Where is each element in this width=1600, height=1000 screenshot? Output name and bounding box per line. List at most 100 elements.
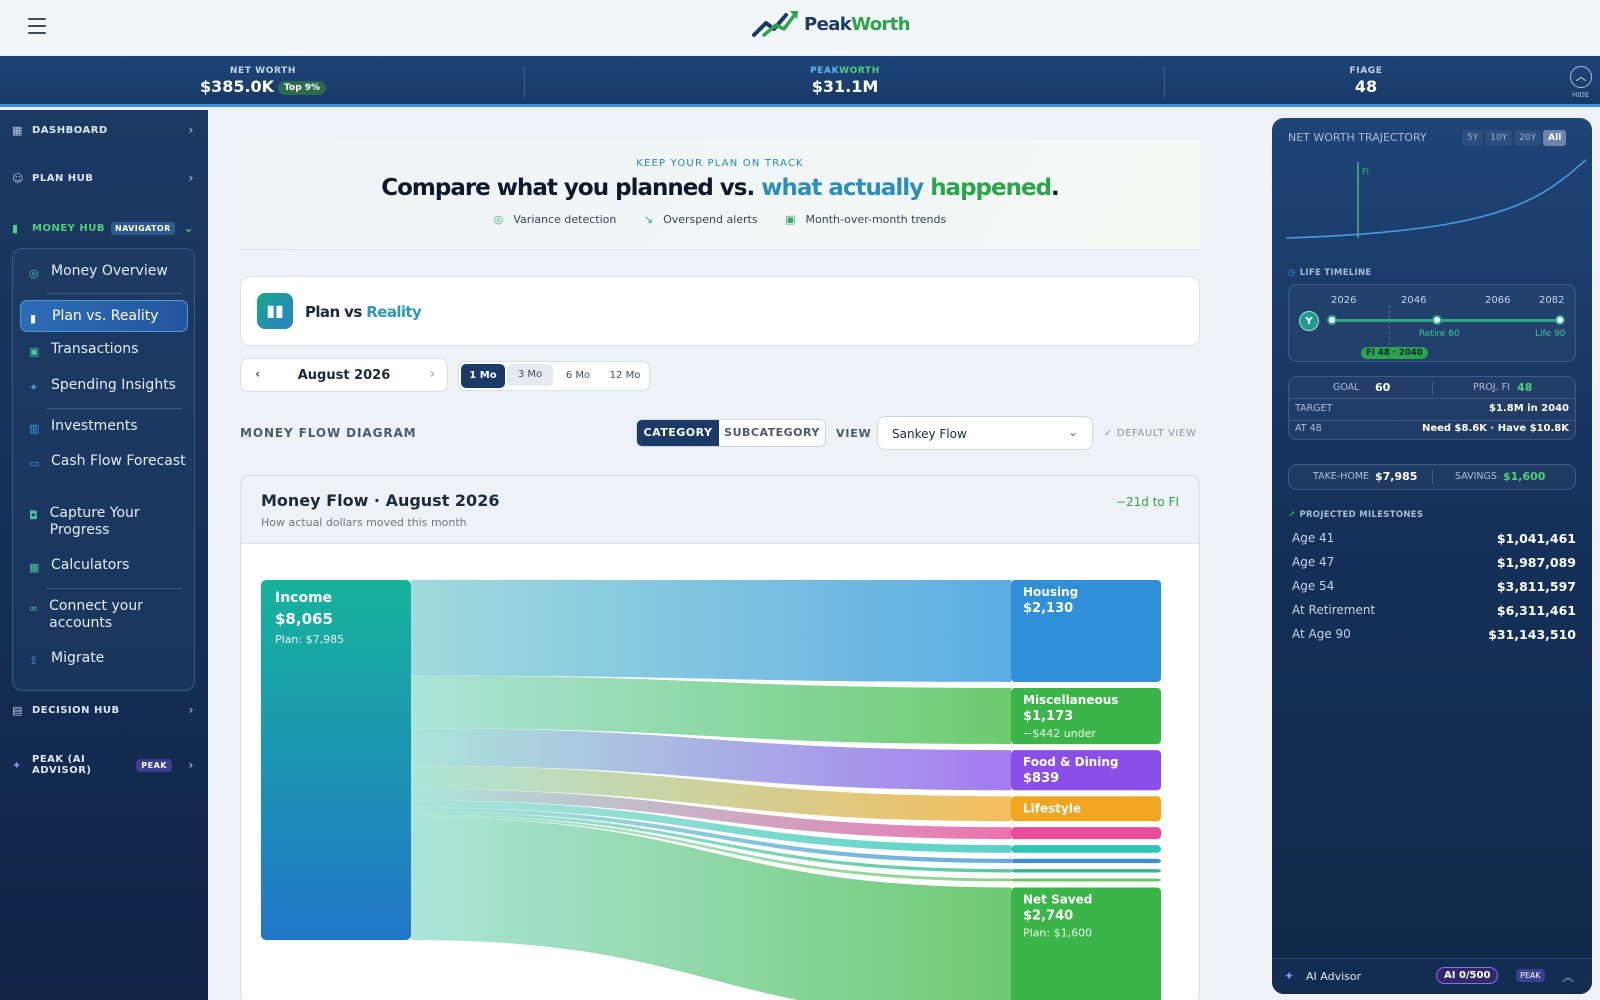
nav-decision-hub-label: DECISION HUB (32, 704, 120, 716)
nav-money-hub-label: MONEY HUB (32, 222, 105, 234)
timeline-year: 2082 (1539, 295, 1565, 306)
tab-10y[interactable]: 10Y (1485, 130, 1513, 146)
menu-item-calculators[interactable]: ▦ Calculators (29, 557, 189, 576)
menu-item-capture-progress[interactable]: ◘ Capture Your Progress (29, 505, 189, 539)
stat-divider (524, 66, 525, 98)
goal-label: GOAL (1333, 382, 1360, 393)
ai-advisor-label: AI Advisor (1306, 970, 1362, 983)
briefcase-icon: ▥ (29, 422, 40, 435)
tab-5y[interactable]: 5Y (1462, 130, 1484, 146)
income-plan: Plan: $7,985 (275, 633, 344, 646)
fiage-label: FIAGE (1349, 66, 1383, 76)
retire-dot (1432, 315, 1442, 325)
menu-label: Connect your accounts (49, 598, 143, 631)
divider (47, 588, 182, 589)
view-select[interactable]: Sankey Flow ⌄ (877, 416, 1093, 450)
timeline-dot (1327, 315, 1337, 325)
default-view-button[interactable]: ✓ DEFAULT VIEW (1104, 428, 1196, 439)
peak-chart-logo-icon (752, 11, 798, 37)
chevron-up-icon: ︿ (1575, 70, 1587, 83)
chevron-right-icon[interactable]: › (430, 367, 435, 382)
retire-label: Retire 60 (1419, 329, 1460, 339)
target-icon: ◎ (493, 213, 504, 226)
subcategory-tab[interactable]: SUBCATEGORY (719, 420, 825, 446)
target-node (1011, 827, 1161, 840)
menu-item-spending-insights[interactable]: ✦ Spending Insights (29, 377, 189, 396)
nav-plan-hub[interactable]: ☺ PLAN HUB › (12, 166, 194, 190)
chevron-right-icon: › (188, 123, 194, 137)
life-label: Life 90 (1535, 329, 1566, 339)
milestone-row: At Retirement $6,311,461 (1292, 603, 1576, 618)
nav-dashboard[interactable]: ▦ DASHBOARD › (12, 118, 194, 142)
nav-money-hub[interactable]: ▮ MONEY HUB NAVIGATOR ⌄ (12, 216, 194, 240)
menu-icon[interactable] (28, 18, 46, 34)
timeline-track (1331, 319, 1563, 322)
divider (1432, 381, 1433, 395)
range-6mo[interactable]: 6 Mo (555, 364, 601, 388)
menu-item-migrate[interactable]: ⇪ Migrate (29, 650, 189, 669)
grid-icon: ▦ (12, 123, 23, 137)
node-amount: $839 (1023, 771, 1059, 786)
tab-20y[interactable]: 20Y (1514, 130, 1542, 146)
chevron-right-icon: › (188, 171, 194, 185)
month-picker: ‹ August 2026 › (240, 358, 448, 392)
month-value: August 2026 (297, 368, 391, 383)
navigator-badge: NAVIGATOR (111, 221, 175, 235)
milestones-heading: ↗ PROJECTED MILESTONES (1288, 510, 1424, 520)
document-icon: ▤ (12, 703, 23, 717)
camera-icon: ◘ (29, 509, 38, 522)
node-label: Net Saved (1023, 892, 1092, 906)
check-icon: ✓ (1104, 428, 1117, 439)
fi-marker-dash (1389, 305, 1390, 345)
net-worth-value: $385.0K (199, 77, 275, 96)
bar-chart-icon: ▮▮ (257, 293, 293, 329)
savings-label: SAVINGS (1455, 471, 1497, 482)
fi-delta: −21d to FI (1115, 495, 1179, 509)
plan-vs-reality-card: ▮▮ Plan vs Reality (240, 276, 1200, 346)
nav-plan-hub-label: PLAN HUB (32, 172, 94, 184)
main-content: KEEP YOUR PLAN ON TRACK Compare what you… (208, 110, 1268, 1000)
brand-logo[interactable]: PeakWorth (752, 8, 911, 40)
peak-badge: PEAK (136, 758, 172, 772)
range-12mo[interactable]: 12 Mo (602, 364, 648, 388)
menu-label: Investments (51, 418, 138, 434)
category-tab[interactable]: CATEGORY (637, 420, 719, 446)
income-label: Income (275, 590, 332, 606)
trend-up-icon: ↗ (1288, 510, 1296, 520)
money-flow-card: Money Flow · August 2026 How actual doll… (240, 475, 1200, 1000)
node-label: Housing (1023, 585, 1078, 599)
nav-peak-advisor[interactable]: ✦ PEAK (AI ADVISOR) PEAK › (12, 750, 194, 780)
nav-dashboard-label: DASHBOARD (32, 124, 108, 136)
menu-item-cash-flow-forecast[interactable]: ▭ Cash Flow Forecast (29, 453, 189, 472)
clock-icon: ◷ (1288, 268, 1296, 278)
fi-tag: FI 48 · 2040 (1361, 347, 1428, 359)
life-dot (1555, 315, 1565, 325)
ai-advisor-bar[interactable]: ✦ AI Advisor AI 0/500 PEAK ︿ (1272, 958, 1592, 994)
feature-variance: ◎ Variance detection (493, 213, 617, 226)
range-selector: 1 Mo 3 Mo 6 Mo 12 Mo (458, 361, 650, 391)
menu-item-money-overview[interactable]: ◎ Money Overview (29, 263, 189, 282)
projfi-label: PROJ. FI (1473, 382, 1510, 393)
trajectory-title: NET WORTH TRAJECTORY (1288, 131, 1427, 144)
chevron-up-icon[interactable]: ︿ (1562, 968, 1574, 985)
goal-value: 60 (1375, 381, 1391, 394)
menu-item-investments[interactable]: ▥ Investments (29, 418, 189, 437)
menu-item-plan-vs-reality[interactable]: ▮ Plan vs. Reality (20, 300, 188, 332)
timeline-year: 2066 (1485, 295, 1511, 306)
compass-icon: ◎ (29, 267, 39, 280)
menu-item-connect-accounts[interactable]: ∞ Connect your accounts (29, 598, 189, 632)
trajectory-tabs: 5Y 10Y 20Y All (1462, 130, 1567, 146)
hide-stats-button[interactable]: ︿ (1570, 66, 1592, 88)
range-3mo[interactable]: 3 Mo (507, 364, 553, 386)
range-1mo[interactable]: 1 Mo (461, 364, 505, 388)
nav-decision-hub[interactable]: ▤ DECISION HUB › (12, 698, 194, 722)
divider (1432, 470, 1433, 484)
money-flow-header: Money Flow · August 2026 How actual doll… (241, 476, 1199, 544)
tab-all[interactable]: All (1543, 130, 1567, 146)
sparkle-icon: ✦ (29, 381, 39, 394)
menu-label: Transactions (51, 341, 139, 357)
target-row: TARGET $1.8M in 2040 (1289, 399, 1575, 421)
node-label: Miscellaneous (1023, 693, 1118, 707)
menu-item-transactions[interactable]: ▣ Transactions (29, 341, 189, 360)
goal-box: GOAL 60 PROJ. FI 48 TARGET $1.8M in 2040 … (1288, 376, 1576, 440)
